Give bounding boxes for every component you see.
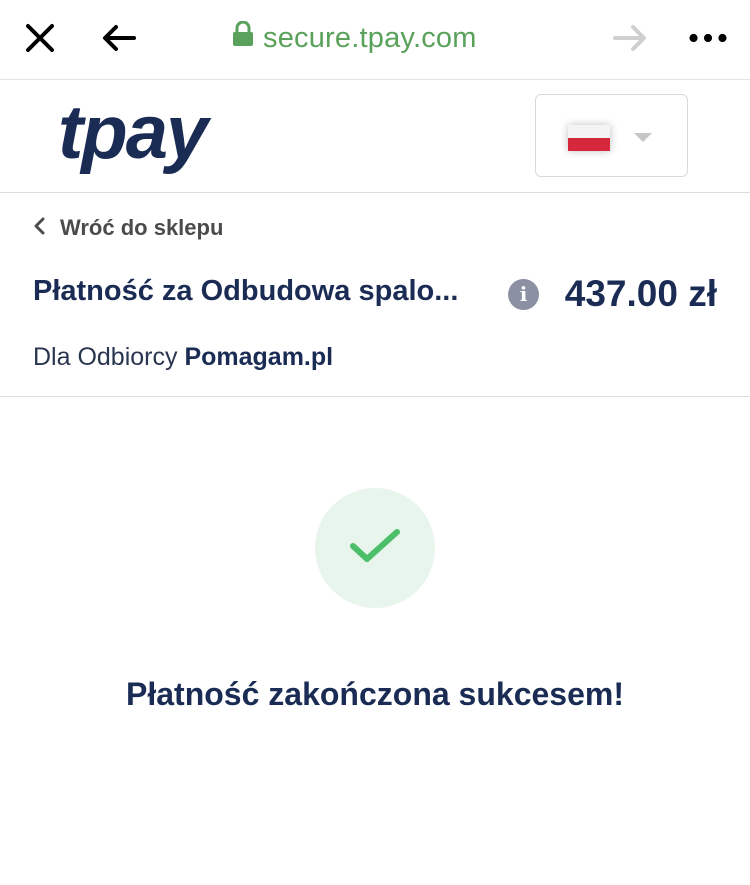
- payment-amount: 437.00 zł: [564, 273, 717, 314]
- url-bar[interactable]: secure.tpay.com: [232, 18, 477, 58]
- recipient-line: Dla Odbiorcy Pomagam.pl: [33, 343, 333, 372]
- back-to-shop-link[interactable]: Wróć do sklepu: [33, 215, 223, 241]
- chevron-left-icon: [33, 215, 45, 241]
- close-icon[interactable]: [21, 19, 59, 57]
- success-message: Płatność zakończona sukcesem!: [126, 676, 624, 712]
- arrow-left-icon[interactable]: [100, 19, 138, 57]
- caret-down-icon: [634, 133, 652, 142]
- page-header: tpay: [0, 80, 750, 193]
- language-select[interactable]: [535, 94, 688, 177]
- browser-toolbar: secure.tpay.com: [0, 0, 750, 80]
- lock-icon: [232, 20, 254, 55]
- more-horizontal-icon[interactable]: [689, 19, 727, 57]
- url-text: secure.tpay.com: [263, 21, 477, 54]
- recipient-name: Pomagam.pl: [184, 343, 334, 371]
- tpay-logo: tpay: [58, 90, 208, 175]
- recipient-prefix: Dla Odbiorcy: [33, 343, 178, 371]
- checkmark-icon: [347, 526, 403, 571]
- back-to-shop-label: Wróć do sklepu: [60, 215, 224, 240]
- order-summary: Wróć do sklepu Płatność za Odbudowa spal…: [0, 193, 750, 397]
- payment-title: Płatność za Odbudowa spalo...: [33, 275, 459, 307]
- poland-flag: [568, 125, 610, 151]
- success-badge: [315, 488, 435, 608]
- arrow-right-icon[interactable]: [611, 19, 649, 57]
- info-icon[interactable]: i: [508, 279, 539, 310]
